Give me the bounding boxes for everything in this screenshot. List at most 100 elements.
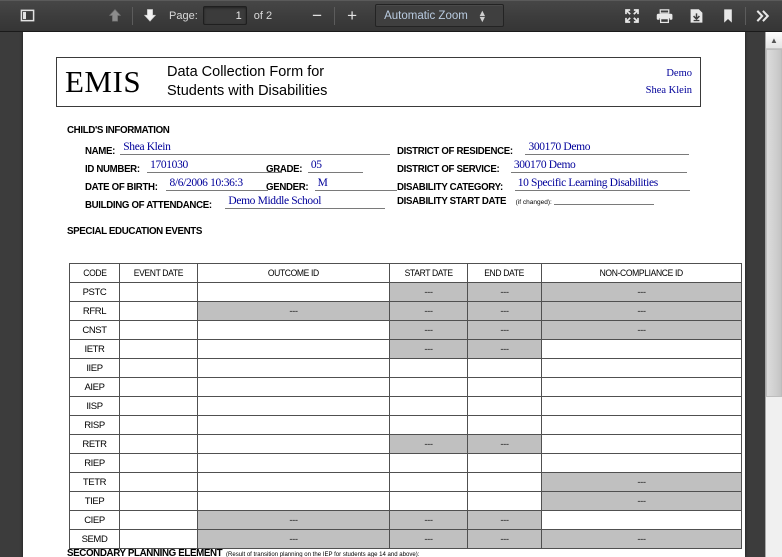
scroll-up-arrow-icon: ▲	[770, 35, 778, 45]
events-cell-outcome-id: ---	[197, 529, 390, 549]
field-name-label: NAME:	[85, 145, 116, 157]
events-cell-outcome-id: ---	[197, 301, 390, 321]
toolbar-divider-3	[745, 6, 746, 25]
events-cell-end-date	[467, 358, 542, 378]
events-cell-start-date	[389, 377, 468, 397]
zoom-in-button[interactable]: +	[339, 4, 365, 28]
field-building-of-attendance: BUILDING OF ATTENDANCE: Demo Middle Scho…	[85, 195, 386, 211]
events-col-code: CODE	[69, 263, 120, 283]
events-table-row: RETR --- ---	[69, 434, 742, 454]
field-building-of-attendance-label: BUILDING OF ATTENDANCE:	[85, 199, 212, 211]
field-disability-category-value: 10 Specific Learning Disabilities	[514, 177, 690, 191]
events-cell-start-date	[389, 415, 468, 435]
events-table-row: CIEP --- --- ---	[69, 510, 742, 530]
events-table-row: RISP	[69, 415, 742, 435]
zoom-select[interactable]: Automatic Zoom ▲ ▼	[375, 4, 504, 27]
download-button[interactable]	[683, 4, 709, 28]
printer-icon	[656, 8, 672, 23]
events-cell-outcome-id: ---	[197, 510, 390, 530]
events-cell-start-date: ---	[389, 320, 468, 340]
events-cell-start-date	[389, 396, 468, 416]
field-grade-label: GRADE:	[266, 163, 303, 175]
secondary-planning-element-heading: SECONDARY PLANNING ELEMENT (Result of tra…	[67, 547, 419, 557]
events-row-code: RISP	[69, 415, 120, 435]
more-tools-button[interactable]	[750, 4, 776, 28]
pdf-viewer: EMIS Data Collection Form for Students w…	[0, 32, 782, 557]
events-cell-outcome-id	[197, 320, 390, 340]
zoom-select-value: Automatic Zoom	[384, 9, 468, 22]
events-cell-end-date: ---	[467, 434, 542, 454]
events-cell-outcome-id	[197, 377, 390, 397]
print-button[interactable]	[651, 4, 677, 28]
owner-name: Shea Klein	[645, 85, 692, 96]
next-page-button[interactable]	[137, 4, 163, 28]
special-education-events-heading: SPECIAL EDUCATION EVENTS	[67, 225, 203, 237]
sidebar-toggle-button[interactable]	[14, 4, 40, 28]
events-cell-non-compliance-id	[541, 339, 742, 359]
events-cell-non-compliance-id	[541, 453, 742, 473]
events-row-code: IISP	[69, 396, 120, 416]
events-cell-start-date: ---	[389, 282, 468, 302]
events-row-code: RIEP	[69, 453, 120, 473]
scrollbar-thumb[interactable]	[766, 49, 782, 397]
events-cell-event-date	[119, 510, 198, 530]
field-grade-value: 05	[307, 159, 363, 173]
page-number-input[interactable]	[202, 6, 247, 25]
events-cell-event-date	[119, 453, 198, 473]
field-gender-value: M	[314, 177, 397, 191]
events-cell-end-date	[467, 453, 542, 473]
events-table-row: TETR ---	[69, 472, 742, 492]
presentation-mode-button[interactable]	[619, 4, 645, 28]
events-row-code: IETR	[69, 339, 120, 359]
events-row-code: TIEP	[69, 491, 120, 511]
emis-logo: EMIS	[65, 64, 142, 99]
minus-icon: −	[312, 6, 323, 25]
chevron-updown-icon: ▲ ▼	[477, 7, 487, 24]
events-row-code: AIEP	[69, 377, 120, 397]
sidebar-toggle-icon	[20, 9, 34, 22]
field-id-number-value: 1701030	[147, 159, 283, 173]
events-cell-end-date: ---	[467, 339, 542, 359]
field-district-of-residence-value: 300170 Demo	[525, 141, 690, 155]
events-cell-end-date	[467, 396, 542, 416]
events-cell-end-date: ---	[467, 320, 542, 340]
pdf-page: EMIS Data Collection Form for Students w…	[23, 32, 745, 557]
zoom-out-button[interactable]: −	[304, 4, 330, 28]
events-cell-event-date	[119, 396, 198, 416]
fullscreen-icon	[625, 8, 639, 23]
events-cell-end-date: ---	[467, 529, 542, 549]
field-grade: GRADE: 05	[266, 159, 363, 175]
previous-page-button[interactable]	[102, 4, 128, 28]
events-col-outcome-id: OUTCOME ID	[197, 263, 390, 283]
vertical-scrollbar[interactable]: ▲	[765, 32, 782, 557]
events-cell-event-date	[119, 301, 198, 321]
events-cell-start-date	[389, 472, 468, 492]
field-disability-start-date-label: DISABILITY START DATE	[397, 195, 507, 207]
events-table-row: TIEP ---	[69, 491, 742, 511]
events-cell-end-date	[467, 491, 542, 511]
special-education-events-table: CODE EVENT DATE OUTCOME ID START DATE EN…	[69, 263, 742, 549]
events-cell-end-date: ---	[467, 301, 542, 321]
events-col-end-date-label: END DATE	[484, 267, 525, 279]
events-table-body: PSTC --- --- --- RFRL --- --- --- --- CNST --- --- -…	[69, 282, 742, 549]
events-table-row: IETR --- ---	[69, 339, 742, 359]
events-cell-end-date	[467, 415, 542, 435]
events-col-event-date: EVENT DATE	[119, 263, 198, 283]
events-col-event-date-label: EVENT DATE	[133, 267, 184, 279]
events-cell-event-date	[119, 529, 198, 549]
events-cell-outcome-id	[197, 339, 390, 359]
bookmark-button[interactable]	[715, 4, 741, 28]
events-cell-event-date	[119, 472, 198, 492]
field-disability-start-date: DISABILITY START DATE (if changed):	[397, 195, 655, 207]
events-cell-end-date: ---	[467, 510, 542, 530]
events-row-code: CIEP	[69, 510, 120, 530]
arrow-down-icon	[144, 9, 156, 22]
events-col-outcome-id-label: OUTCOME ID	[267, 267, 320, 279]
scroll-up-button[interactable]: ▲	[766, 32, 782, 49]
field-name: NAME: Shea Klein	[85, 141, 391, 157]
events-cell-non-compliance-id	[541, 434, 742, 454]
arrow-up-icon	[109, 9, 121, 22]
events-row-code: TETR	[69, 472, 120, 492]
events-cell-event-date	[119, 282, 198, 302]
events-cell-non-compliance-id	[541, 396, 742, 416]
